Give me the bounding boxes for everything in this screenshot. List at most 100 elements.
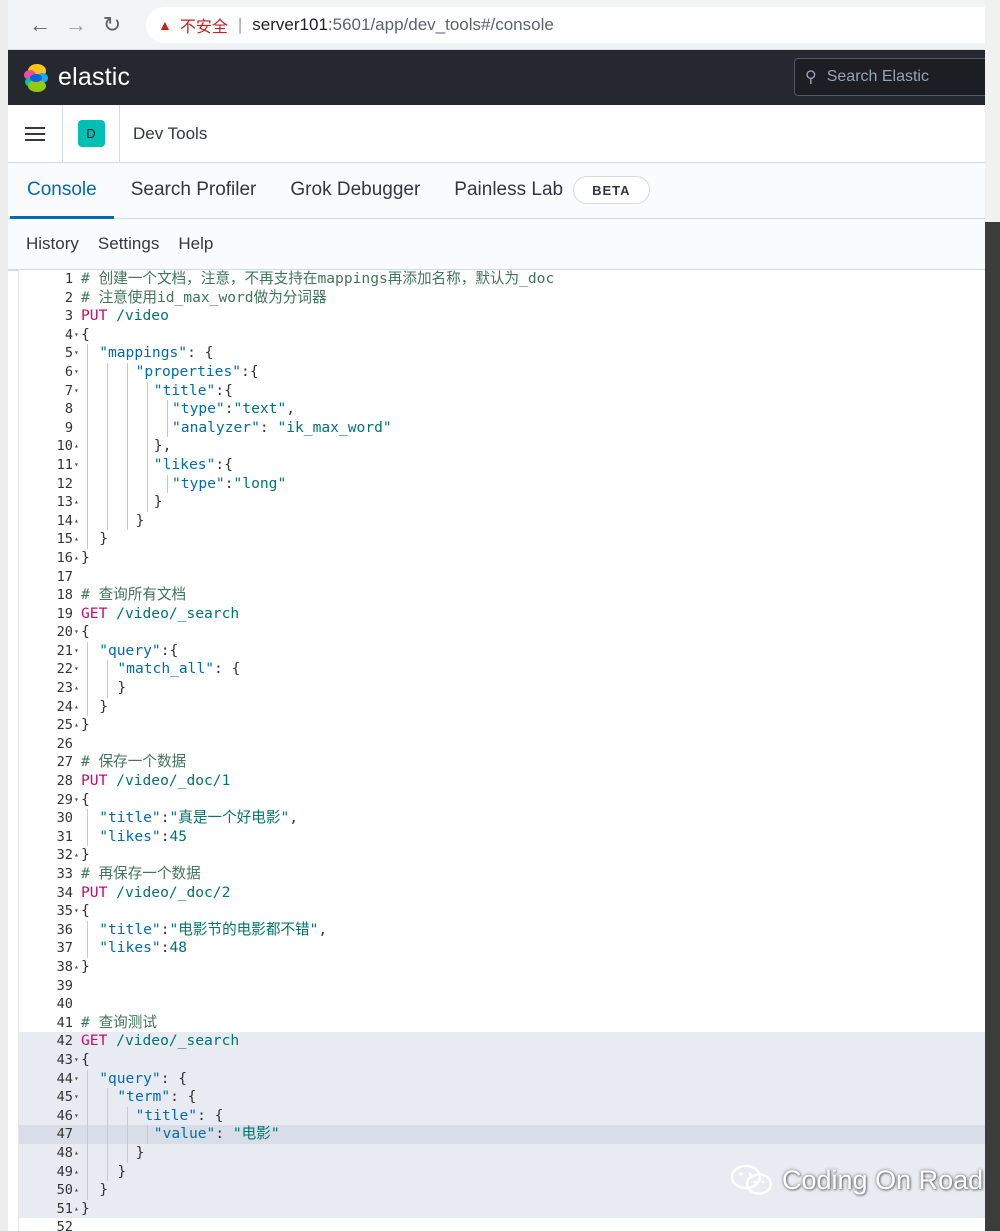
editor-line[interactable]: 48 ▴} (19, 1143, 985, 1163)
code-text: "title":{ (154, 382, 233, 401)
settings-link[interactable]: Settings (98, 234, 159, 254)
code-text: { (81, 623, 90, 642)
unfold-toggle-icon[interactable]: ▴ (74, 512, 84, 531)
unfold-toggle-icon[interactable]: ▴ (74, 530, 84, 549)
code-text: } (81, 1200, 90, 1219)
elastic-logo[interactable]: elastic (22, 63, 130, 93)
menu-button[interactable] (8, 104, 63, 163)
editor-line[interactable]: 26 (19, 735, 985, 754)
unfold-toggle-icon[interactable]: ▴ (74, 437, 84, 456)
code-text: "query": { (99, 1070, 187, 1089)
editor-line[interactable]: 36 "title":"电影节的电影都不错", (19, 920, 985, 940)
editor-line[interactable]: 18 # 查询所有文档 (19, 586, 985, 605)
editor-line[interactable]: 21 ▾ "query":{ (19, 641, 985, 661)
indent-guide (87, 1143, 88, 1163)
editor-line[interactable]: 38 ▴} (19, 958, 985, 977)
editor-line[interactable]: 33 # 再保存一个数据 (19, 865, 985, 884)
fold-toggle-icon[interactable]: ▾ (74, 1107, 84, 1126)
editor-line[interactable]: 28 PUT /video/_doc/1 (19, 772, 985, 791)
back-arrow-icon[interactable]: ← (22, 7, 58, 43)
editor-line[interactable]: 31 "likes":45 (19, 827, 985, 847)
editor-line[interactable]: 15 ▴} (19, 530, 985, 549)
editor-line[interactable]: 14 ▴} (19, 511, 985, 531)
editor-line[interactable]: 30 "title":"真是一个好电影", (19, 809, 985, 828)
editor-line[interactable]: 9 "analyzer": "ik_max_word" (19, 418, 985, 438)
editor-line[interactable]: 51 ▴} (19, 1199, 985, 1219)
forward-arrow-icon[interactable]: → (58, 7, 94, 43)
unfold-toggle-icon[interactable]: ▴ (74, 1144, 84, 1163)
indent-guide (147, 455, 148, 475)
fold-toggle-icon[interactable]: ▾ (74, 1070, 84, 1089)
editor-line[interactable]: 19 GET /video/_search (19, 605, 985, 624)
editor-line[interactable]: 16 ▴} (19, 549, 985, 568)
editor-line[interactable]: 27 # 保存一个数据 (19, 753, 985, 772)
editor-line[interactable]: 23 ▴} (19, 679, 985, 698)
editor-line[interactable]: 3 PUT /video (19, 307, 985, 326)
space-selector[interactable]: D (63, 104, 120, 163)
fold-toggle-icon[interactable]: ▾ (74, 456, 84, 475)
insecure-label[interactable]: 不安全 (180, 13, 228, 37)
line-number: 9 (64, 419, 73, 436)
editor-line[interactable]: 40 (19, 995, 985, 1014)
request-editor[interactable]: 1 # 创建一个文档，注意，不再支持在mappings再添加名称，默认为_doc 2… (18, 270, 985, 1231)
editor-line[interactable]: 43 ▾{ (19, 1050, 985, 1070)
fold-toggle-icon[interactable]: ▾ (74, 344, 84, 363)
help-link[interactable]: Help (178, 234, 213, 254)
editor-line[interactable]: 8 "type":"text", (19, 400, 985, 419)
editor-line[interactable]: 39 (19, 977, 985, 996)
unfold-toggle-icon[interactable]: ▴ (74, 1163, 84, 1182)
indent-guide (87, 697, 88, 717)
editor-line[interactable]: 20 ▾{ (19, 623, 985, 642)
editor-line[interactable]: 42 GET /video/_search (19, 1032, 985, 1051)
editor-line[interactable]: 24 ▴} (19, 697, 985, 717)
editor-line[interactable]: 25 ▴} (19, 716, 985, 735)
tab-console[interactable]: Console (10, 162, 114, 219)
editor-line[interactable]: 46 ▾ "title": { (19, 1106, 985, 1126)
search-elastic-input[interactable]: ⚲ Search Elastic (794, 58, 985, 96)
tab-grok-debugger[interactable]: Grok Debugger (273, 162, 437, 218)
editor-line[interactable]: 29 ▾{ (19, 791, 985, 810)
unfold-toggle-icon[interactable]: ▴ (74, 698, 84, 717)
fold-toggle-icon[interactable]: ▾ (74, 1088, 84, 1107)
address-bar[interactable]: ▲ 不安全 | server101:5601/app/dev_tools#/co… (146, 6, 985, 43)
editor-line[interactable]: 32 ▴} (19, 846, 985, 865)
editor-line[interactable]: 1 # 创建一个文档，注意，不再支持在mappings再添加名称，默认为_doc (19, 270, 985, 289)
editor-line[interactable]: 52 (19, 1218, 985, 1231)
editor-line[interactable]: 6 ▾ "properties":{ (19, 362, 985, 382)
editor-line[interactable]: 7 ▾ "title":{ (19, 381, 985, 401)
line-number: 6 (64, 363, 73, 380)
editor-line[interactable]: 41 # 查询测试 (19, 1014, 985, 1033)
editor-line[interactable]: 44 ▾ "query": { (19, 1069, 985, 1089)
code-token: : { (187, 344, 214, 362)
tab-painless-lab[interactable]: Painless Lab BETA (437, 162, 666, 218)
reload-icon[interactable]: ↻ (94, 7, 130, 43)
editor-line[interactable]: 4 ▾{ (19, 326, 985, 345)
history-link[interactable]: History (26, 234, 79, 254)
code-token: GET (81, 604, 108, 622)
editor-line[interactable]: 17 (19, 568, 985, 587)
tab-search-profiler[interactable]: Search Profiler (114, 162, 274, 218)
fold-toggle-icon[interactable]: ▾ (74, 363, 84, 382)
editor-line[interactable]: 12 "type":"long" (19, 474, 985, 494)
fold-toggle-icon[interactable]: ▾ (74, 660, 84, 679)
editor-line[interactable]: 34 PUT /video/_doc/2 (19, 884, 985, 903)
unfold-toggle-icon[interactable]: ▴ (74, 679, 84, 698)
editor-line[interactable]: 5 ▾ "mappings": { (19, 344, 985, 363)
editor-line[interactable]: 35 ▾{ (19, 902, 985, 921)
editor-line[interactable]: 13 ▴} (19, 493, 985, 512)
indent-guide (127, 1143, 128, 1163)
editor-line[interactable]: 37 "likes":48 (19, 939, 985, 958)
editor-line[interactable]: 10 ▴}, (19, 437, 985, 456)
editor-line[interactable]: 45 ▾ "term": { (19, 1088, 985, 1107)
unfold-toggle-icon[interactable]: ▴ (74, 493, 84, 512)
warning-triangle-icon[interactable]: ▲ (158, 17, 172, 33)
fold-toggle-icon[interactable]: ▾ (74, 642, 84, 661)
editor-line[interactable]: 11 ▾ "likes":{ (19, 455, 985, 475)
code-text: } (81, 716, 90, 735)
unfold-toggle-icon[interactable]: ▴ (74, 1181, 84, 1200)
editor-line[interactable]: 2 # 注意使用id_max_word做为分词器 (19, 289, 985, 308)
editor-line[interactable]: 47 "value": "电影" (19, 1125, 985, 1144)
fold-toggle-icon[interactable]: ▾ (74, 382, 84, 401)
editor-line[interactable]: 22 ▾ "match_all": { (19, 660, 985, 680)
